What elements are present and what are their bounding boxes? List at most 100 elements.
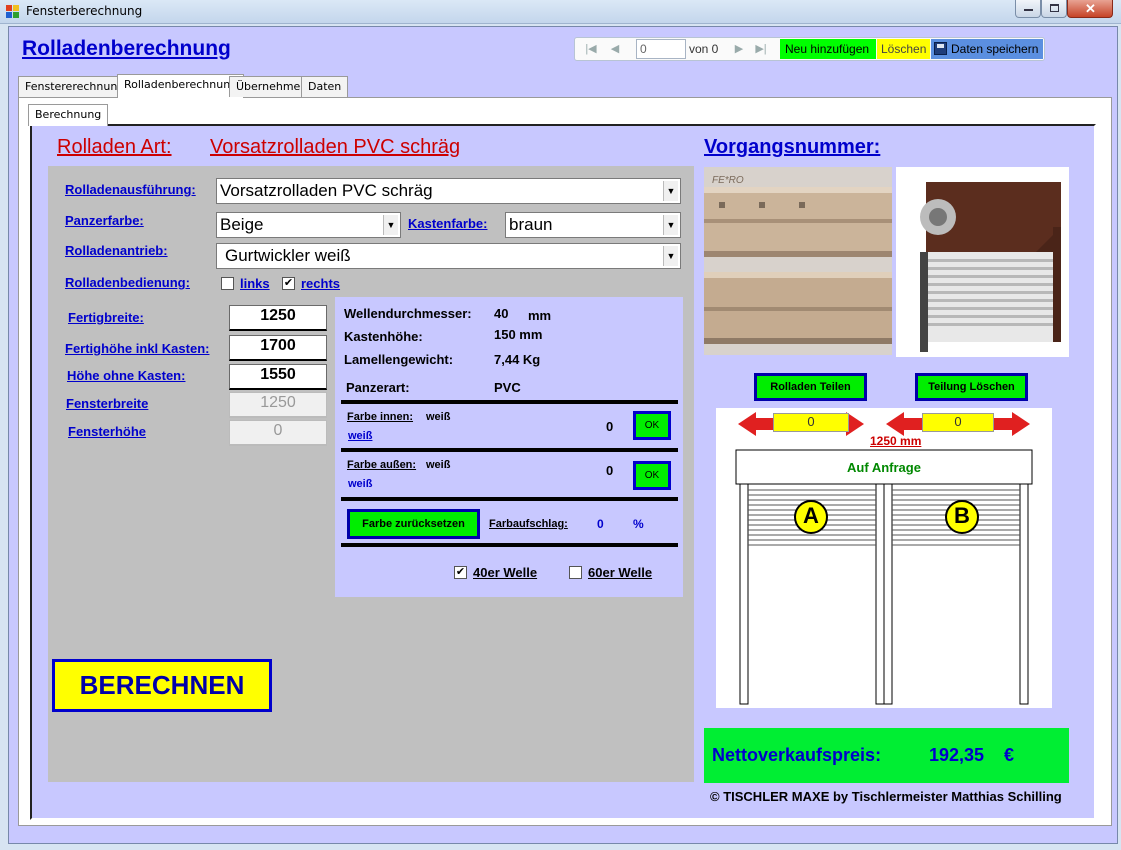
rechts-checkbox[interactable]: ✔ (282, 277, 295, 290)
panzerfarbe-value: Beige (220, 215, 264, 234)
price-currency: € (1004, 745, 1015, 765)
antrieb-value: Gurtwickler weiß (225, 246, 351, 265)
farbe-reset-button[interactable]: Farbe zurücksetzen (347, 509, 480, 539)
breite-label: 1250 mm (870, 434, 922, 448)
teil-b-label: B (954, 503, 970, 528)
lamellen-label: Lamellengewicht: (344, 352, 454, 367)
aufschlag-label: Farbaufschlag: (489, 518, 568, 530)
price-box: Nettoverkaufspreis: 192,35 € (704, 728, 1069, 783)
links-checkbox[interactable] (221, 277, 234, 290)
farbe-aussen-sub: weiß (348, 478, 373, 490)
divider (341, 497, 678, 501)
close-button[interactable]: ✕ (1067, 0, 1113, 18)
lamellen-value: 7,44 Kg (494, 352, 541, 367)
page-title: Rolladenberechnung (22, 37, 231, 60)
panzerart-label: Panzerart: (346, 380, 410, 395)
farbe-aussen-num: 0 (606, 463, 614, 478)
chevron-down-icon: ▼ (663, 181, 678, 201)
ausfuehrung-value: Vorsatzrolladen PVC schräg (220, 181, 433, 200)
rolladen-picture (920, 182, 1061, 352)
tab-daten[interactable]: Daten (301, 76, 349, 97)
rolladen-diagram: 0 0 1250 mm Auf Anfrage A B (716, 408, 1052, 708)
fensterhoehe-label: Fensterhöhe (68, 424, 147, 439)
tab-rolladenberechnung[interactable]: Rolladenberechnung (117, 74, 245, 98)
brand-text: FE*RO (712, 175, 744, 186)
welle40-checkbox[interactable]: ✔ (454, 566, 467, 579)
teil-b-breite-input[interactable]: 0 (922, 413, 994, 432)
price-value: 192,35 (929, 745, 985, 765)
kastenfarbe-select[interactable]: braun ▼ (505, 212, 681, 238)
tab-fenstererechnung[interactable]: Fenstererechnung (18, 76, 132, 97)
minimize-button[interactable] (1015, 0, 1041, 18)
hoehe-ohne-kasten-input[interactable]: 1550 (229, 364, 327, 390)
divider (341, 400, 678, 404)
farbe-innen-value: weiß (426, 411, 451, 423)
chevron-down-icon: ▼ (383, 215, 398, 235)
fertigbreite-label: Fertigbreite: (68, 310, 144, 325)
kasten-status-label: Auf Anfrage (847, 460, 921, 475)
panzerfarbe-select[interactable]: Beige ▼ (216, 212, 401, 238)
save-data-button[interactable]: Daten speichern (931, 39, 1043, 59)
teil-a-breite-input[interactable]: 0 (773, 413, 849, 432)
maximize-button[interactable] (1041, 0, 1067, 18)
record-count: von 0 (689, 42, 719, 56)
diagram-arrows (735, 412, 1033, 705)
save-icon (934, 42, 947, 55)
kasten-label: Kastenhöhe: (344, 329, 423, 344)
rolladen-teilen-button[interactable]: Rolladen Teilen (754, 373, 867, 401)
berechnen-button[interactable]: BERECHNEN (52, 659, 272, 712)
fensterbreite-input: 1250 (229, 392, 327, 418)
panzerfarbe-label[interactable]: Panzerfarbe: (65, 213, 144, 228)
lamellen-image: FE*RO (704, 167, 892, 355)
hoehe-ohne-kasten-label: Höhe ohne Kasten: (67, 368, 186, 383)
wellen-value: 40 (494, 306, 509, 321)
teilung-loeschen-button[interactable]: Teilung Löschen (915, 373, 1028, 401)
window-title: Fensterberechnung (26, 4, 143, 18)
panzerart-value: PVC (494, 380, 521, 395)
fensterbreite-label: Fensterbreite (66, 396, 149, 411)
add-new-button[interactable]: Neu hinzufügen (780, 39, 876, 59)
farbe-aussen-label[interactable]: Farbe außen: (347, 459, 416, 471)
delete-button[interactable]: Löschen (877, 39, 930, 59)
rolladen-image (896, 167, 1069, 357)
window-titlebar: Fensterberechnung ✕ (0, 0, 1121, 24)
welle40-label[interactable]: 40er Welle (473, 565, 537, 580)
farbe-innen-num: 0 (606, 419, 614, 434)
ausfuehrung-select[interactable]: Vorsatzrolladen PVC schräg ▼ (216, 178, 681, 204)
links-label[interactable]: links (240, 276, 270, 291)
welle60-checkbox[interactable] (569, 566, 582, 579)
next-record-icon[interactable]: ▶ (731, 41, 747, 57)
last-record-icon[interactable]: ▶| (753, 41, 769, 57)
first-record-icon[interactable]: |◀ (583, 41, 599, 57)
fertighoehe-input[interactable]: 1700 (229, 335, 327, 361)
prev-record-icon[interactable]: ◀ (607, 41, 623, 57)
antrieb-select[interactable]: Gurtwickler weiß ▼ (216, 243, 681, 269)
kastenfarbe-label[interactable]: Kastenfarbe: (408, 216, 487, 231)
chevron-down-icon: ▼ (663, 246, 678, 266)
fensterhoehe-input: 0 (229, 420, 327, 446)
fertighoehe-label: Fertighöhe inkl Kasten: (65, 341, 210, 356)
price-label: Nettoverkaufspreis: (712, 745, 882, 765)
record-position-input[interactable] (636, 39, 686, 59)
app-icon (6, 5, 19, 18)
aufschlag-value: 0 (597, 517, 604, 531)
teil-a-label: A (803, 503, 819, 528)
farbe-aussen-ok-button[interactable]: OK (633, 461, 671, 490)
farbe-aussen-value: weiß (426, 459, 451, 471)
wellen-label: Wellendurchmesser: (344, 306, 472, 321)
farbe-innen-label[interactable]: Farbe innen: (347, 411, 413, 423)
save-data-label: Daten speichern (951, 42, 1039, 56)
rechts-label[interactable]: rechts (301, 276, 340, 291)
wellen-unit: mm (528, 308, 552, 323)
divider (341, 543, 678, 547)
rolladen-art-value: Vorsatzrolladen PVC schräg (210, 136, 461, 158)
welle60-label[interactable]: 60er Welle (588, 565, 652, 580)
close-icon: ✕ (1085, 1, 1096, 16)
rolladen-art-label: Rolladen Art: (57, 136, 172, 158)
antrieb-label[interactable]: Rolladenantrieb: (65, 243, 168, 258)
farbe-innen-ok-button[interactable]: OK (633, 411, 671, 440)
fertigbreite-input[interactable]: 1250 (229, 305, 327, 331)
ausfuehrung-label[interactable]: Rolladenausführung: (65, 182, 196, 197)
tab-berechnung[interactable]: Berechnung (28, 104, 109, 126)
maximize-icon (1050, 4, 1059, 12)
